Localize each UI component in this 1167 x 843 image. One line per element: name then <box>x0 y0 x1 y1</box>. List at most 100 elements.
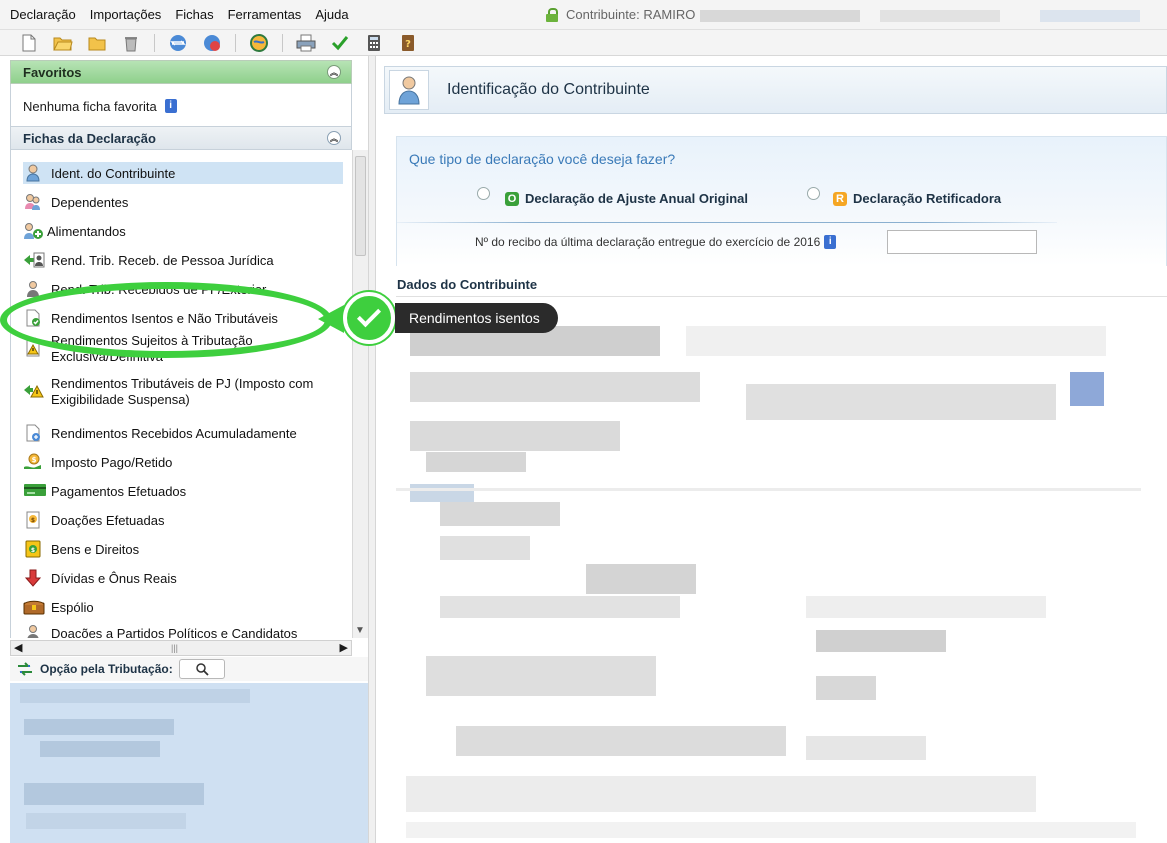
ficha-label: Imposto Pago/Retido <box>51 454 173 470</box>
ficha-item-dependentes[interactable]: Dependentes <box>23 191 343 213</box>
opcao-tributacao-panel <box>10 683 368 843</box>
fichas-list: Ident. do Contribuinte Dependentes Alime… <box>10 150 352 638</box>
menu-fichas[interactable]: Fichas <box>167 7 219 22</box>
ficha-label: Doações Efetuadas <box>51 512 165 528</box>
redacted-block <box>456 726 786 756</box>
imposto-pago-icon: $ <box>23 453 43 471</box>
ficha-label: Rendimentos Tributáveis de PJ (Imposto c… <box>51 376 314 391</box>
bens-direitos-icon: $ <box>23 540 43 558</box>
ficha-item-bens-direitos[interactable]: $ Bens e Direitos <box>23 538 343 560</box>
ficha-item-imposto-pago[interactable]: $ Imposto Pago/Retido <box>23 451 343 473</box>
redacted-block <box>440 596 680 618</box>
ficha-label: Ident. do Contribuinte <box>51 165 176 181</box>
collapse-icon[interactable]: ︽ <box>327 65 341 79</box>
option-retificadora[interactable]: R Declaração Retificadora <box>833 191 1001 206</box>
trash-icon[interactable] <box>120 32 142 54</box>
person-icon <box>23 164 43 182</box>
menu-declaracao[interactable]: Declaração <box>0 7 82 22</box>
scroll-grip-icon[interactable]: ||| <box>171 643 178 653</box>
fichas-title: Fichas da Declaração <box>23 130 156 146</box>
radio-retificadora[interactable] <box>807 187 820 200</box>
panel-splitter[interactable] <box>368 56 376 843</box>
print-icon[interactable] <box>295 32 317 54</box>
tipo-question: Que tipo de declaração você deseja fazer… <box>409 151 676 167</box>
fichas-header[interactable]: Fichas da Declaração ︽ <box>10 126 352 150</box>
toolbar-separator <box>154 33 155 52</box>
ficha-item-doacoes-partidos[interactable]: Doações a Partidos Políticos e Candidato… <box>23 622 343 638</box>
recibo-label-wrap: Nº do recibo da última declaração entreg… <box>475 235 837 249</box>
ficha-item-rend-trib-pj[interactable]: Rend. Trib. Receb. de Pessoa Jurídica <box>23 249 343 271</box>
menu-ajuda[interactable]: Ajuda <box>307 7 354 22</box>
swap-arrows-icon <box>16 661 34 677</box>
dependents-icon <box>23 193 43 211</box>
redacted-block <box>806 596 1046 618</box>
receive-icon[interactable] <box>201 32 223 54</box>
scrollbar-thumb[interactable] <box>355 156 366 256</box>
espolio-icon <box>23 598 45 616</box>
ficha-label: Bens e Direitos <box>51 541 140 557</box>
redacted-block <box>586 564 696 594</box>
radio-original[interactable] <box>477 187 490 200</box>
scroll-right-icon[interactable]: ▶ <box>340 641 348 654</box>
redacted-block <box>406 776 1036 812</box>
svg-text:$: $ <box>32 456 37 464</box>
annotation-label: Rendimentos isentos <box>395 303 558 333</box>
fichas-scrollbar[interactable]: ▼ <box>352 150 368 638</box>
lock-icon <box>546 7 558 22</box>
rend-pj-icon <box>23 251 45 269</box>
redacted-block <box>440 502 560 526</box>
redacted-block <box>880 10 1000 22</box>
divider <box>397 222 1057 223</box>
ficha-item-rend-acumulados[interactable]: Rendimentos Recebidos Acumuladamente <box>23 422 343 444</box>
retificadora-tag-icon: R <box>833 191 847 206</box>
recibo-input[interactable] <box>887 230 1037 254</box>
ficha-item-alimentandos[interactable]: Alimentandos <box>23 220 343 242</box>
new-file-icon[interactable] <box>18 32 40 54</box>
globe-icon[interactable] <box>248 32 270 54</box>
folder-icon[interactable] <box>86 32 108 54</box>
check-icon[interactable] <box>329 32 351 54</box>
open-folder-icon[interactable] <box>52 32 74 54</box>
scroll-left-icon[interactable]: ◀ <box>14 641 22 654</box>
svg-text:$: $ <box>31 517 35 524</box>
dividas-icon <box>23 569 43 587</box>
menu-importacoes[interactable]: Importações <box>82 7 168 22</box>
redacted-block <box>746 384 1056 420</box>
info-icon[interactable]: i <box>164 99 177 113</box>
redacted-block <box>410 484 474 502</box>
ficha-item-doacoes[interactable]: $ Doações Efetuadas <box>23 509 343 531</box>
highlight-ellipse <box>0 282 332 358</box>
ficha-item-ident-contribuinte[interactable]: Ident. do Contribuinte <box>23 162 343 184</box>
redacted-block <box>816 630 946 652</box>
opcao-search-button[interactable] <box>178 659 225 679</box>
redacted-block <box>396 488 1141 491</box>
contribuinte-indicator: Contribuinte: RAMIRO <box>546 7 695 22</box>
favoritos-header[interactable]: Favoritos ︽ <box>10 60 352 84</box>
ficha-item-pagamentos[interactable]: Pagamentos Efetuados <box>23 480 343 502</box>
menu-ferramentas[interactable]: Ferramentas <box>220 7 308 22</box>
ficha-label: Rendimentos Recebidos Acumuladamente <box>51 425 297 441</box>
ficha-item-espolio[interactable]: Espólio <box>23 596 343 618</box>
toolbar: ? <box>0 30 1167 56</box>
calculator-icon[interactable] <box>363 32 385 54</box>
collapse-icon[interactable]: ︽ <box>327 131 341 145</box>
transmit-icon[interactable] <box>167 32 189 54</box>
scroll-down-icon[interactable]: ▼ <box>355 625 365 636</box>
redacted-block <box>24 783 204 805</box>
recibo-label: Nº do recibo da última declaração entreg… <box>475 235 821 249</box>
ficha-item-dividas[interactable]: Dívidas e Ônus Reais <box>23 567 343 589</box>
option-original[interactable]: O Declaração de Ajuste Anual Original <box>505 191 748 206</box>
callout-arrow <box>318 305 344 333</box>
rend-acumulados-icon <box>23 424 43 442</box>
info-icon[interactable]: i <box>824 235 837 249</box>
original-tag-icon: O <box>505 191 519 206</box>
help-book-icon[interactable]: ? <box>397 32 419 54</box>
ficha-label: Dependentes <box>51 194 129 210</box>
fichas-h-scrollbar[interactable]: ◀ ||| ▶ <box>10 640 352 656</box>
redacted-block <box>806 736 926 760</box>
redacted-block <box>686 326 1106 356</box>
ficha-item-rend-trib-pj-susp[interactable]: Rendimentos Tributáveis de PJ (Imposto c… <box>23 376 343 410</box>
opcao-tributacao-bar: Opção pela Tributação: <box>10 657 368 681</box>
ficha-label: Pagamentos Efetuados <box>51 483 187 499</box>
identificacao-header: Identificação do Contribuinte <box>384 66 1167 114</box>
